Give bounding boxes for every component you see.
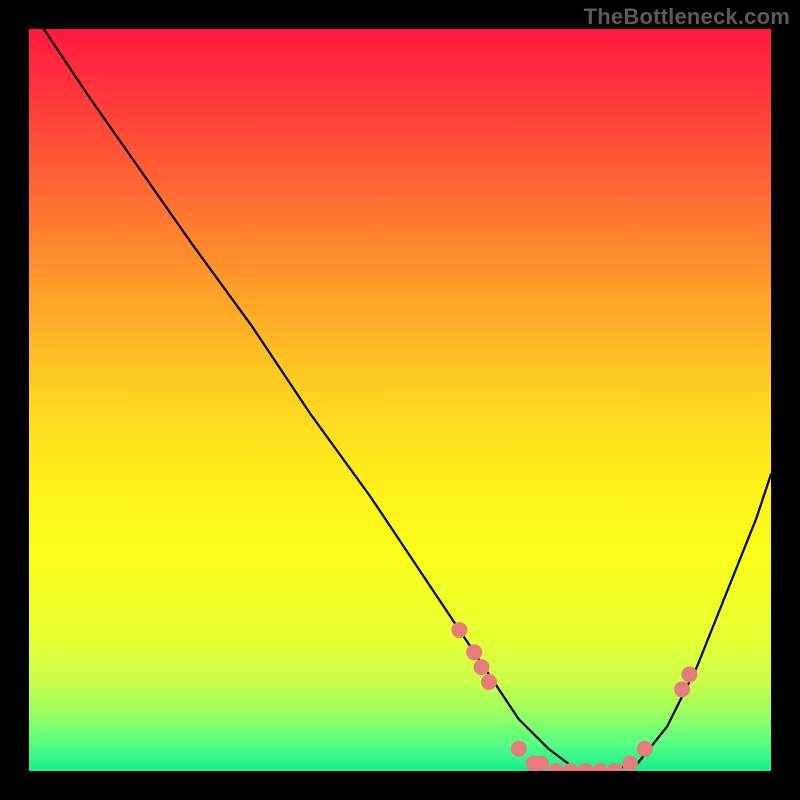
plot-area — [29, 29, 771, 771]
chart-frame: TheBottleneck.com — [0, 0, 800, 800]
gradient-background — [29, 29, 771, 771]
attribution-text: TheBottleneck.com — [584, 4, 790, 30]
